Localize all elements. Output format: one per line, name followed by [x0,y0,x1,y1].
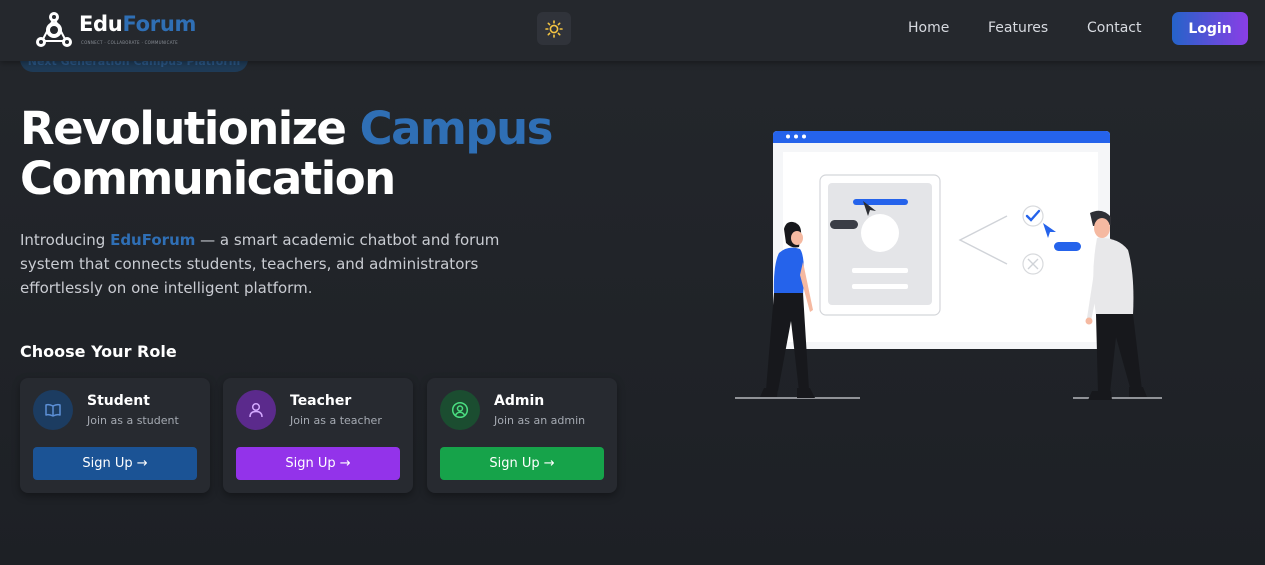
profile-avatar-circle [861,214,899,252]
logo-tagline: CONNECT · COLLABORATE · COMMUNICATE [81,40,179,45]
login-button[interactable]: Login [1172,12,1248,45]
hero-intro: Introducing EduForum — a smart academic … [20,231,500,297]
book-icon [45,403,61,417]
role-card-teacher: Teacher Join as a teacher Sign Up → [223,378,413,493]
logo[interactable]: EduForum CONNECT · COLLABORATE · COMMUNI… [33,10,223,52]
sun-icon [545,19,563,38]
logo-wordmark: EduForum [79,12,197,36]
role-heading: Choose Your Role [20,342,177,361]
hero-title: Revolutionize Campus Communication [20,102,553,205]
role-subtitle-teacher: Join as a teacher [290,414,382,427]
user-circle-icon [451,401,469,419]
user-icon [249,402,263,418]
student-avatar [33,390,73,430]
intro-brand-link: EduForum [110,231,196,249]
teacher-avatar [236,390,276,430]
nav-link-home[interactable]: Home [908,20,949,36]
role-title-teacher: Teacher [290,393,352,409]
admin-avatar [440,390,480,430]
logo-network-icon [36,12,72,47]
role-subtitle-student: Join as a student [87,414,179,427]
admin-signup-button[interactable]: Sign Up → [440,447,604,480]
window-dot-icon [794,134,798,139]
teacher-signup-button[interactable]: Sign Up → [236,447,400,480]
student-signup-button[interactable]: Sign Up → [33,447,197,480]
role-title-student: Student [87,393,150,409]
theme-toggle-button[interactable] [537,12,571,45]
hero-illustration [735,131,1162,400]
window-dot-icon [786,134,790,139]
role-card-admin: Admin Join as an admin Sign Up → [427,378,617,493]
role-subtitle-admin: Join as an admin [494,414,586,427]
nav-link-features[interactable]: Features [988,20,1048,36]
navbar: EduForum CONNECT · COLLABORATE · COMMUNI… [0,0,1265,61]
window-dot-icon [802,134,806,139]
role-title-admin: Admin [494,393,545,409]
role-card-student: Student Join as a student Sign Up → [20,378,210,493]
nav-link-contact[interactable]: Contact [1087,20,1141,36]
